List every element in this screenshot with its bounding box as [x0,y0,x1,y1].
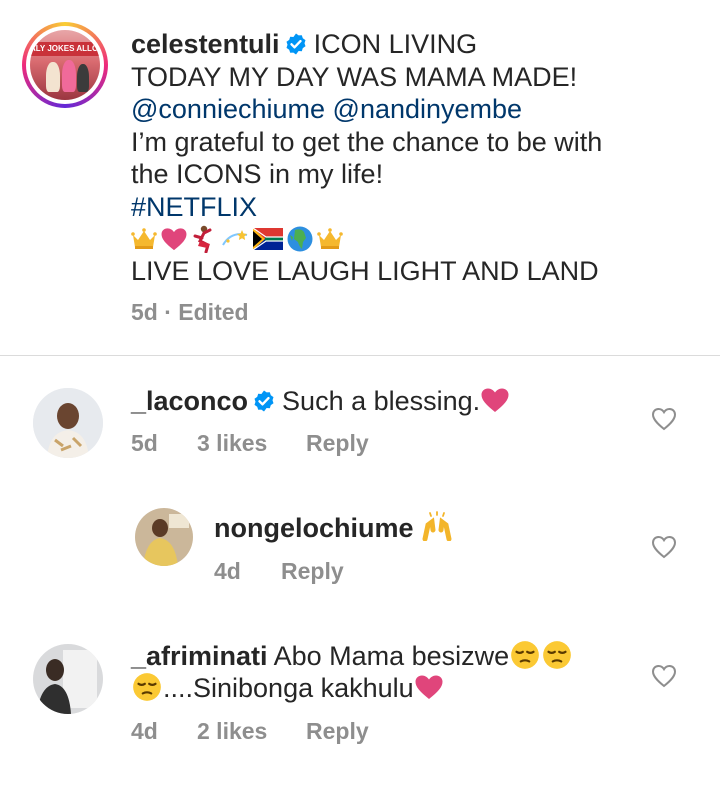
comment-likes[interactable]: 3 likes [197,430,306,457]
comment-item: _laconco Such a blessing. 5d 3 likes Repl… [0,356,720,466]
comment-username[interactable]: _laconco [131,386,248,416]
comment-text: Such a blessing. [282,386,481,416]
emoji-row [131,223,711,255]
like-heart-icon[interactable] [651,664,677,688]
reply-button[interactable]: Reply [281,558,344,585]
avatar-banner-text: ALY JOKES ALLOWED [30,42,100,56]
avatar[interactable] [33,644,103,714]
post-timestamp: 5d [131,298,158,325]
caption-line: TODAY MY DAY WAS MAMA MADE! [131,61,578,92]
pensive-face-emoji [131,672,163,702]
reply-button[interactable]: Reply [306,718,369,745]
hashtag-link[interactable]: #NETFLIX [131,191,711,224]
crown-emoji [131,227,157,251]
comment-likes[interactable]: 2 likes [197,718,306,745]
avatar-photo [33,388,103,458]
meta-separator: · [164,298,172,325]
comment-reply-item: nongelochiume 4d Reply [0,496,720,606]
caption-line: the ICONS in my life! [131,159,384,189]
avatar-photo [135,508,193,566]
caption-line: I’m grateful to get the chance to be wit… [131,126,603,157]
pink-heart-emoji [480,387,510,413]
verified-badge-icon [252,389,276,413]
pensive-face-emoji [541,640,573,670]
pink-heart-emoji [414,674,444,700]
crown-emoji [317,227,343,251]
post-author-avatar[interactable]: ALY JOKES ALLOWED [22,22,108,108]
dancer-emoji [193,225,212,253]
like-heart-icon[interactable] [651,407,677,431]
avatar[interactable] [33,388,103,458]
mention-link[interactable]: @conniechiume [131,94,325,124]
edited-label: Edited [178,298,249,325]
like-heart-icon[interactable] [651,535,677,559]
caption-body: celestentuli ICON LIVING TODAY MY DAY WAS… [131,28,711,328]
post-caption: ALY JOKES ALLOWED celestentuli ICON LIVIN… [0,0,720,355]
reply-button[interactable]: Reply [306,430,369,457]
avatar[interactable] [135,508,193,566]
caption-line: LIVE LOVE LAUGH LIGHT AND LAND [131,256,599,286]
comment-username[interactable]: _afriminati [131,641,268,671]
comment-item: _afriminati Abo Mama besizwe ....Sinibon… [0,618,720,758]
pink-heart-emoji [160,227,188,251]
comment-timestamp: 5d [131,430,158,456]
comment-text: ....Sinibonga kakhulu [163,673,414,703]
comment-text: Abo Mama besizwe [273,641,510,671]
mention-link[interactable]: @nandinyembe [333,94,523,124]
post-username[interactable]: celestentuli [131,29,280,59]
dizzy-emoji [222,230,248,246]
pensive-face-emoji [509,640,541,670]
south-africa-flag-emoji [253,228,283,250]
verified-badge-icon [284,32,308,56]
caption-line: ICON LIVING [313,29,478,59]
comment-timestamp: 4d [214,558,241,584]
comment-timestamp: 4d [131,718,158,744]
globe-africa-emoji [287,226,313,252]
comment-username[interactable]: nongelochiume [214,513,414,543]
avatar-photo [33,644,103,714]
raising-hands-emoji [422,511,452,542]
